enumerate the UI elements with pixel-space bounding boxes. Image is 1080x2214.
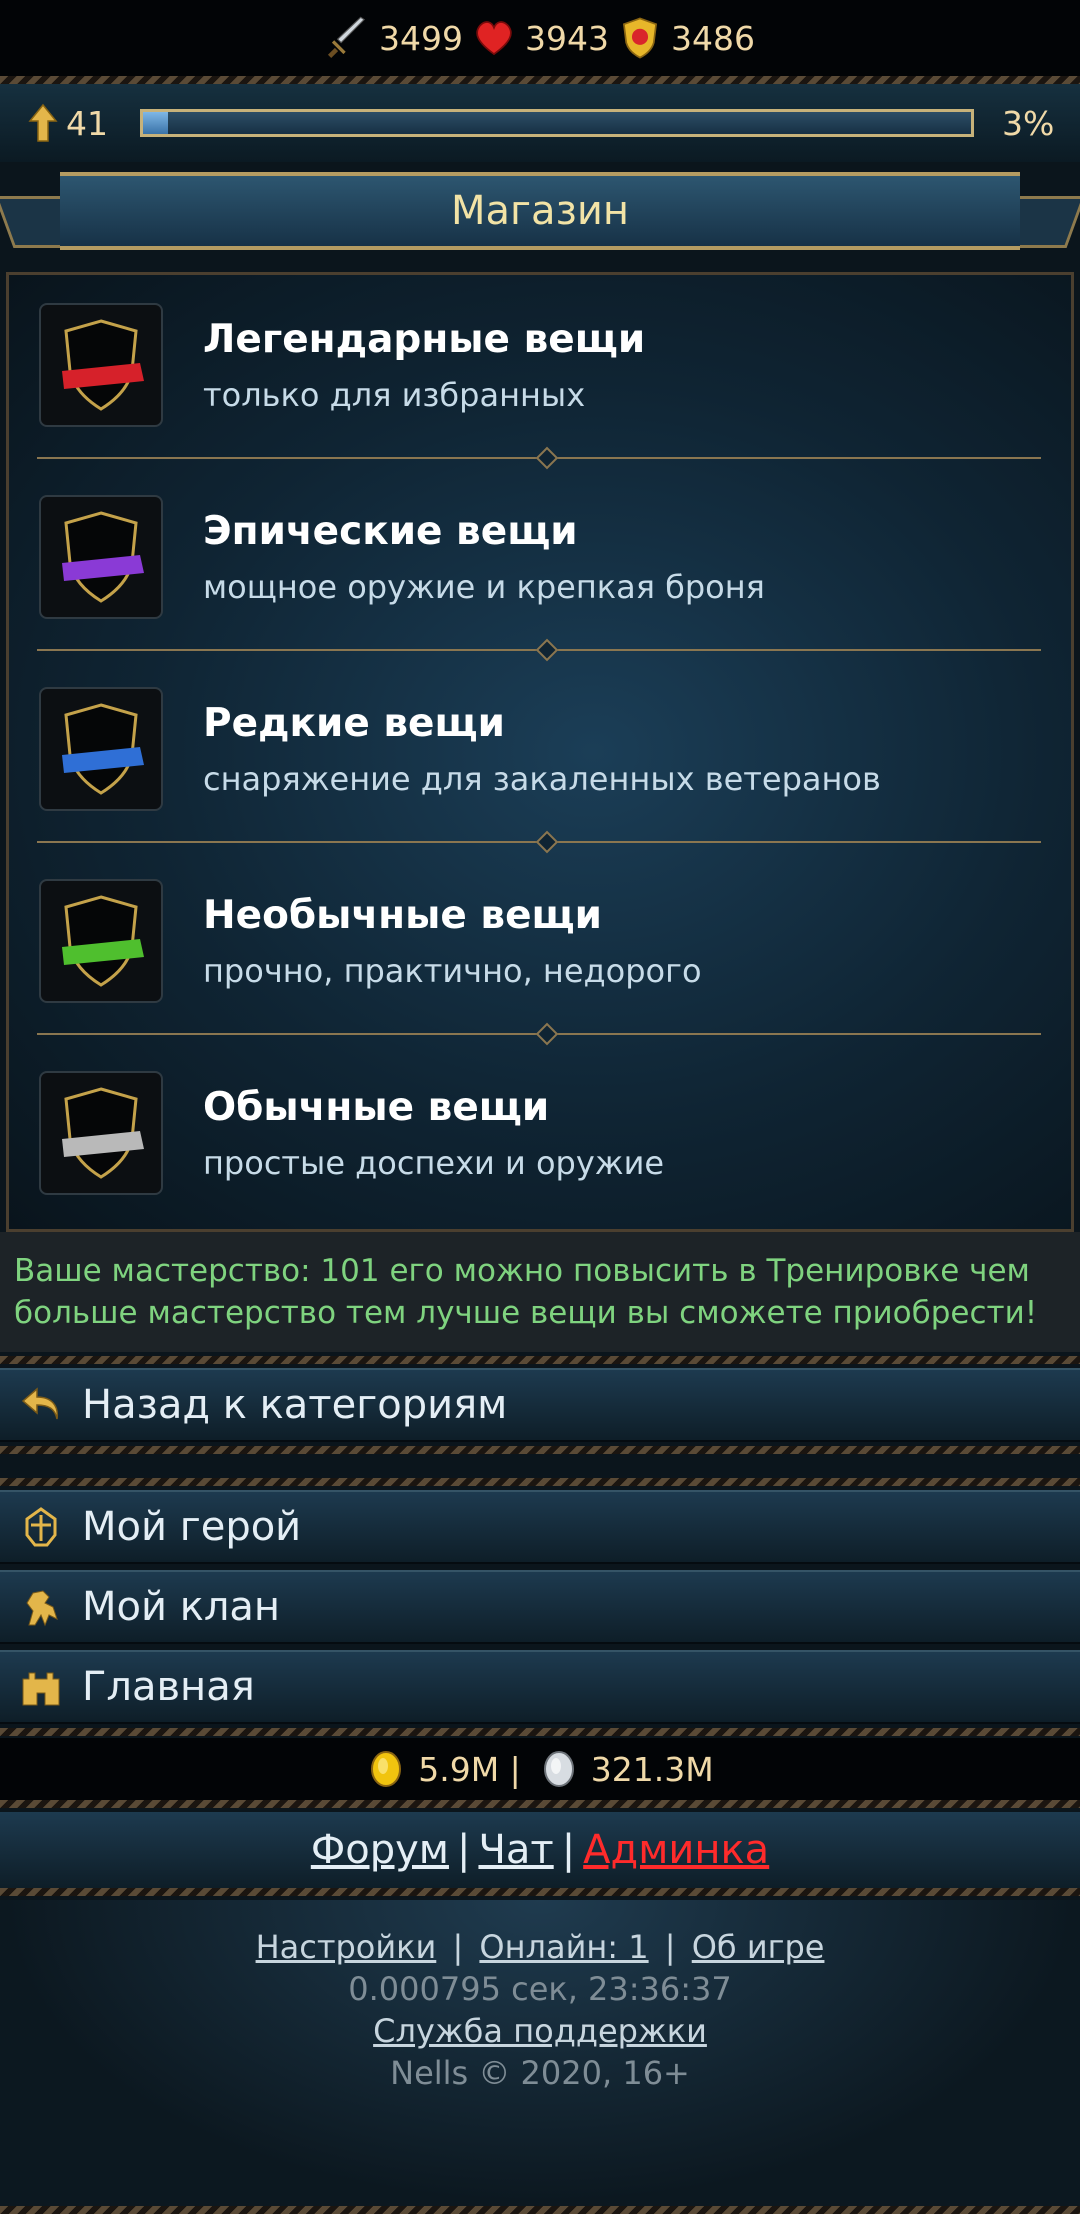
category-description: прочно, практично, недорого <box>203 951 702 990</box>
defense-stat: 3486 <box>617 15 755 61</box>
link-separator: | <box>452 1928 464 1966</box>
divider <box>0 1728 1080 1736</box>
divider <box>0 1446 1080 1454</box>
category-description: мощное оружие и крепкая броня <box>203 567 765 606</box>
shop-categories-panel: Легендарные вещи только для избранных Эп… <box>6 272 1074 1232</box>
castle-icon <box>18 1664 64 1710</box>
category-title: Необычные вещи <box>203 892 602 938</box>
my-hero-label: Мой герой <box>82 1504 302 1550</box>
back-arrow-icon <box>18 1382 64 1428</box>
silver-value: 321.3M <box>590 1749 714 1789</box>
common-item-icon <box>39 1071 163 1195</box>
shield-icon <box>622 17 658 59</box>
shop-category-uncommon[interactable]: Необычные вещи прочно, практично, недоро… <box>39 861 1041 1021</box>
health-value: 3943 <box>525 18 609 58</box>
row-separator <box>37 457 1041 459</box>
back-to-categories-button[interactable]: Назад к категориям <box>0 1368 1080 1442</box>
shop-category-epic[interactable]: Эпические вещи мощное оружие и крепкая б… <box>39 477 1041 637</box>
mastery-info: Ваше мастерство: 101 его можно повысить … <box>0 1232 1080 1352</box>
row-separator <box>37 649 1041 651</box>
page-title: Магазин <box>60 172 1020 250</box>
progress-percent: 3% <box>1002 103 1055 143</box>
link-separator: | <box>456 1827 471 1873</box>
my-clan-link[interactable]: Мой клан <box>0 1570 1080 1644</box>
forum-link[interactable]: Форум <box>311 1827 449 1873</box>
category-description: только для избранных <box>203 375 586 414</box>
level-value: 41 <box>66 103 108 143</box>
divider <box>0 2206 1080 2214</box>
copyright: Nells © 2020, 16+ <box>390 2054 690 2092</box>
divider <box>0 1478 1080 1486</box>
home-label: Главная <box>82 1664 255 1710</box>
category-title: Легендарные вещи <box>203 316 646 362</box>
stats-bar: 3499 3943 3486 <box>0 0 1080 76</box>
divider <box>0 1800 1080 1808</box>
divider <box>0 76 1080 84</box>
arrow-up-icon <box>28 103 58 142</box>
heart-icon <box>476 21 512 56</box>
shop-category-common[interactable]: Обычные вещи простые доспехи и оружие <box>39 1053 1041 1213</box>
category-title: Редкие вещи <box>203 700 505 746</box>
back-label: Назад к категориям <box>82 1382 508 1428</box>
progress-fill <box>143 112 168 134</box>
link-separator: | <box>664 1928 676 1966</box>
clan-lion-icon <box>18 1584 64 1630</box>
shop-category-legendary[interactable]: Легендарные вещи только для избранных <box>39 285 1041 445</box>
shop-category-rare[interactable]: Редкие вещи снаряжение для закаленных ве… <box>39 669 1041 829</box>
my-hero-link[interactable]: Мой герой <box>0 1490 1080 1564</box>
category-title: Обычные вещи <box>203 1084 550 1130</box>
footer-links: Настройки | Онлайн: 1 | Об игре <box>0 1926 1080 1968</box>
epic-item-icon <box>39 495 163 619</box>
category-title: Эпические вещи <box>203 508 578 554</box>
footer: Настройки | Онлайн: 1 | Об игре 0.000795… <box>0 1900 1080 2206</box>
divider <box>0 1888 1080 1896</box>
link-separator: | <box>561 1827 576 1873</box>
home-link[interactable]: Главная <box>0 1650 1080 1724</box>
attack-stat: 3499 <box>325 15 463 61</box>
category-description: простые доспехи и оружие <box>203 1143 665 1182</box>
experience-bar: 41 3% <box>0 84 1080 162</box>
title-banner: Магазин <box>0 162 1080 262</box>
gold-coin-icon <box>371 1751 402 1787</box>
defense-value: 3486 <box>670 18 755 58</box>
progress-bar <box>140 109 974 137</box>
attack-value: 3499 <box>379 18 463 58</box>
divider <box>0 1356 1080 1364</box>
online-link[interactable]: Онлайн: 1 <box>479 1928 648 1966</box>
level-indicator: 41 <box>28 103 140 143</box>
legendary-item-icon <box>39 303 163 427</box>
my-clan-label: Мой клан <box>82 1584 281 1630</box>
health-stat: 3943 <box>471 15 609 61</box>
support-link[interactable]: Служба поддержки <box>373 2012 707 2050</box>
rare-item-icon <box>39 687 163 811</box>
about-game-link[interactable]: Об игре <box>692 1928 825 1966</box>
row-separator <box>37 841 1041 843</box>
admin-link[interactable]: Админка <box>583 1827 769 1873</box>
gold-value: 5.9M | <box>418 1749 521 1789</box>
category-description: снаряжение для закаленных ветеранов <box>203 759 881 798</box>
silver-coin-icon <box>543 1751 574 1787</box>
uncommon-item-icon <box>39 879 163 1003</box>
chat-link[interactable]: Чат <box>478 1827 553 1873</box>
community-links: Форум | Чат | Админка <box>0 1812 1080 1888</box>
render-time: 0.000795 сек, 23:36:37 <box>348 1970 732 2008</box>
row-separator <box>37 1033 1041 1035</box>
settings-link[interactable]: Настройки <box>256 1928 437 1966</box>
hero-helmet-icon <box>18 1504 64 1550</box>
currency-bar: 5.9M | 321.3M <box>0 1738 1080 1800</box>
sword-icon <box>327 16 366 59</box>
